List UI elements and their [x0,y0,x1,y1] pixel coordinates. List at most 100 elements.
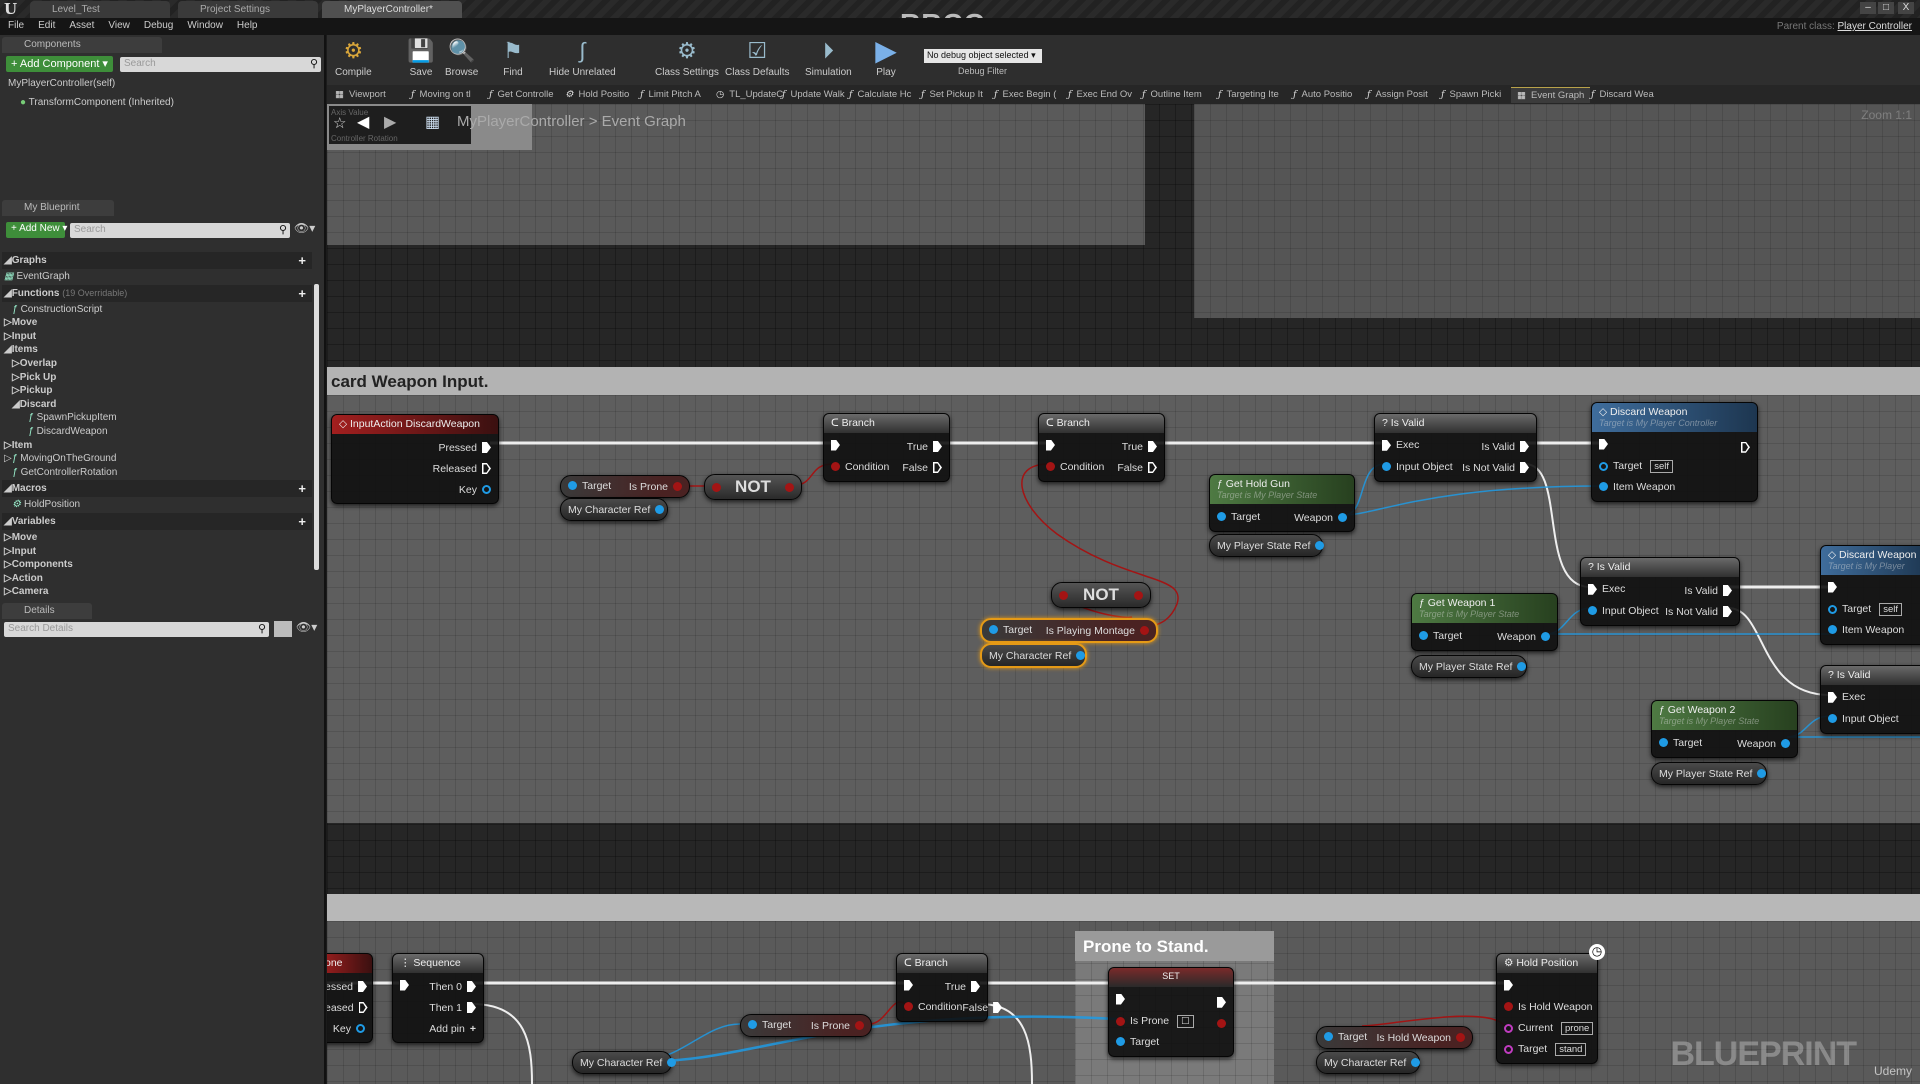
tree-cat-pick-up[interactable]: ▷Pick Up [2,371,312,385]
data-pin-icon[interactable] [904,1002,913,1012]
data-pin-icon[interactable] [1382,462,1391,472]
tree-cat-input[interactable]: ▷Input [2,330,312,344]
pin-is-hold-weapon[interactable]: Is Hold Weapon [1504,1001,1593,1013]
data-pin-icon[interactable] [1411,1058,1421,1067]
expand-arrow-icon[interactable]: ▷ [4,440,12,451]
exec-pin-icon[interactable] [1588,583,1597,595]
pin-is-hold-weapon[interactable]: Is Hold Weapon [1376,1032,1465,1044]
bool-input-pin-icon[interactable] [1059,590,1068,600]
add-pin-plus-icon[interactable]: + [470,1023,476,1035]
pin-my-player-state-ref[interactable]: My Player State Ref [1419,661,1527,673]
exec-pin-icon[interactable] [933,462,942,473]
node-is-valid-1[interactable]: ? Is Valid Exec Is Valid Input Object Is Not… [1374,413,1537,482]
pin-exec[interactable]: Exec [1828,691,1865,703]
add-plus-icon[interactable]: + [298,480,306,497]
breadcrumb-class[interactable]: MyPlayerController [457,113,585,130]
exec-pin-icon[interactable] [400,979,409,991]
toolbar-compile-button[interactable]: ⚙ Compile [335,37,372,78]
tree-cat-items[interactable]: ◢Items [2,343,312,357]
node-not-2[interactable]: NOT [1051,582,1151,608]
data-pin-icon[interactable] [1828,604,1837,614]
tree-cat-components[interactable]: ▷Components [2,558,312,572]
graph-tab-calculate-hc[interactable]: ƒ Calculate Hc [849,87,911,103]
pin-weapon[interactable]: Weapon [1497,631,1550,643]
pin-is-not-valid[interactable]: Is Not Valid [1665,606,1732,618]
graph-tab-spawn-picki[interactable]: ƒ Spawn Picki [1441,87,1501,103]
pin-target[interactable]: Target [1324,1031,1367,1043]
exec-pin-icon[interactable] [359,1002,368,1013]
tree-hdr-graphs[interactable]: ◢Graphs + [2,252,312,269]
graph-tab-exec-end-ov[interactable]: ƒ Exec End Ov [1068,87,1132,103]
pin-weapon[interactable]: Weapon [1294,512,1347,524]
graph-tab-hold-positio[interactable]: ⚙ Hold Positio [565,87,629,103]
pin-item-weapon[interactable]: Item Weapon [1828,624,1904,636]
window-tab-project-settings[interactable]: Project Settings [178,1,318,18]
bool-input-pin-icon[interactable] [712,482,721,492]
graph-tab-moving-on-tl[interactable]: ƒ Moving on tl [411,87,471,103]
collapse-arrow-icon[interactable]: ◢ [4,344,12,355]
expand-arrow-icon[interactable]: ▷ [12,385,20,396]
add-component-button[interactable]: + Add Component ▾ [6,56,113,72]
pin-true[interactable]: True [945,981,980,993]
window-tab-myplayercontroller[interactable]: MyPlayerController* [322,1,462,18]
data-pin-icon[interactable] [1217,1019,1226,1029]
menu-help[interactable]: Help [229,18,264,31]
data-pin-icon[interactable] [1504,1023,1513,1033]
pin-true[interactable]: True [1122,441,1157,453]
pin-false[interactable]: False [962,1002,1003,1014]
pin-exec[interactable] [400,979,414,991]
expand-arrow-icon[interactable]: ▷ [4,559,12,570]
node-char-ref-1[interactable]: My Character Ref [560,498,668,521]
node-set-prone[interactable]: SET Is Prone ☐ Target [1108,967,1234,1057]
expand-arrow-icon[interactable]: ▷ [4,573,12,584]
pin-exec[interactable] [904,979,918,991]
data-pin-icon[interactable] [1828,714,1837,724]
node-branch-1[interactable]: ᑕ Branch True Condition False [823,413,950,482]
exec-pin-icon[interactable] [1520,462,1529,473]
node-state-ref-2[interactable]: My Player State Ref [1411,655,1527,678]
node-not-1[interactable]: NOT [704,474,802,500]
pin-default-value[interactable]: self [1879,602,1902,616]
node-input-prone[interactable]: one essed eased Key [327,953,373,1043]
pin-condition[interactable]: Condition [1046,461,1104,473]
pin-target[interactable]: Target [989,624,1032,636]
tree-cat-discard[interactable]: ◢Discard [2,398,312,412]
exec-pin-icon[interactable] [1723,585,1732,596]
pin-default-value[interactable]: self [1650,459,1673,473]
bool-output-pin-icon[interactable] [784,482,794,492]
exec-pin-icon[interactable] [933,441,942,452]
pin-default-value[interactable]: prone [1561,1021,1594,1035]
add-plus-icon[interactable]: + [298,252,306,269]
tree-item-constructionscript[interactable]: ƒ ConstructionScript [2,303,312,317]
add-plus-icon[interactable]: + [298,285,306,302]
toolbar-save-button[interactable]: 💾 Save [407,37,435,78]
exec-pin-icon[interactable] [1382,439,1391,451]
close-button[interactable]: X [1898,2,1914,14]
exec-pin-icon[interactable] [1828,581,1837,593]
pin-target[interactable]: Target [1419,630,1462,642]
event-graph-canvas[interactable]: card Weapon Input. Prone to Stand. ◇ Inp… [327,104,1920,1084]
pin-exec[interactable] [1504,979,1518,991]
tree-item-discardweapon[interactable]: ƒ DiscardWeapon [2,425,312,439]
exec-pin-icon[interactable] [482,463,491,474]
tree-item-holdposition[interactable]: ⚙ HoldPosition [2,498,312,512]
node-branch-3[interactable]: ᑕ Branch True Condition False [896,953,1003,1022]
exec-pin-icon[interactable] [971,981,980,992]
graph-tab-targeting-ite[interactable]: ƒ Targeting Ite [1218,87,1279,103]
pin-pressed[interactable]: Pressed [438,442,491,454]
data-pin-icon[interactable] [748,1020,757,1030]
pin-my-character-ref[interactable]: My Character Ref [989,650,1086,662]
data-pin-icon[interactable] [1456,1033,1465,1042]
data-pin-icon[interactable] [1046,462,1055,472]
pin-target[interactable]: Target self [1828,602,1902,616]
pin-weapon[interactable]: Weapon [1737,738,1790,750]
pin-then-0[interactable]: Then 0 [429,981,476,993]
node-is-playing-montage[interactable]: Target Is Playing Montage [980,618,1158,643]
details-search-input[interactable]: Search Details ⚲ [4,622,269,637]
pin-false[interactable]: False [902,462,942,474]
expand-arrow-icon[interactable]: ◢ [4,288,12,299]
pin-input-object[interactable]: Input Object [1382,461,1453,473]
node-is-valid-2[interactable]: ? Is Valid Exec Is Valid Input Object Is Not… [1580,557,1740,626]
expand-arrow-icon[interactable]: ▷ [4,546,12,557]
pin-bool[interactable] [1212,1019,1226,1029]
